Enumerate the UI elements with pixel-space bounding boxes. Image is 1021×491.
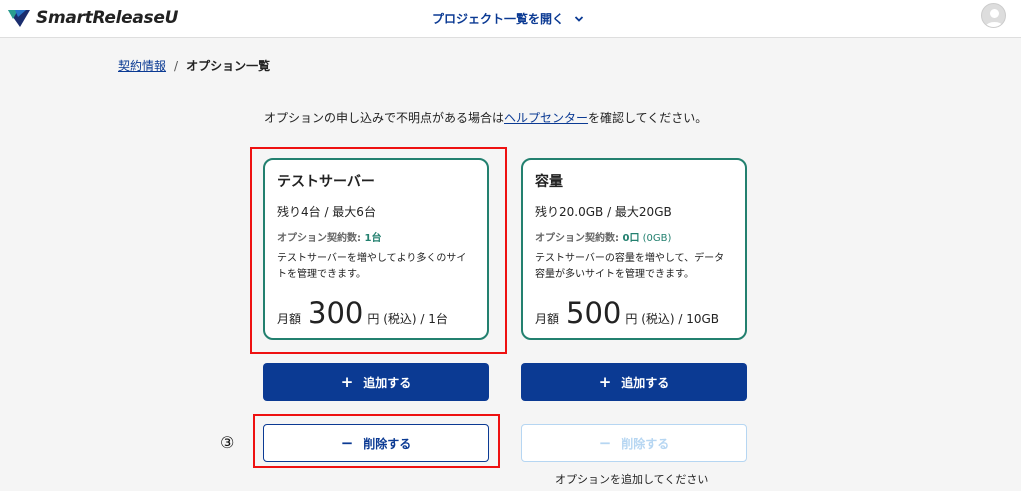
add-test-server-button[interactable]: + 追加する xyxy=(263,363,489,401)
help-notice: オプションの申し込みで不明点がある場合はヘルプセンターを確認してください。 xyxy=(264,109,707,126)
card-contract-count: オプション契約数: 0口 (0GB) xyxy=(535,229,733,244)
delete-button-label: 削除する xyxy=(363,436,412,451)
card-description: テストサーバーの容量を増やして、データ容量が多いサイトを管理できます。 xyxy=(535,253,725,280)
card-price: 月額 500 円 (税込) / 10GB xyxy=(535,296,719,330)
price-amount: 300 xyxy=(308,296,364,330)
card-remaining: 残り20.0GB / 最大20GB xyxy=(535,205,672,219)
project-list-dropdown[interactable]: プロジェクト一覧を開く xyxy=(432,10,584,27)
option-card-test-server: テストサーバー 残り4台 / 最大6台 オプション契約数: 1台 テストサーバー… xyxy=(263,158,489,340)
add-option-hint: オプションを追加してください xyxy=(555,473,709,486)
breadcrumb: 契約情報 / オプション一覧 xyxy=(118,57,270,74)
chevron-down-icon xyxy=(574,15,584,22)
logo[interactable]: SmartReleaseU xyxy=(6,7,178,29)
add-button-label: 追加する xyxy=(363,375,412,390)
card-contract-count: オプション契約数: 1台 xyxy=(277,229,475,244)
price-prefix: 月額 xyxy=(535,312,560,326)
notice-text-after: を確認してください。 xyxy=(588,111,708,125)
price-prefix: 月額 xyxy=(277,312,302,326)
plus-icon: + xyxy=(598,373,612,391)
price-suffix: 円 (税込) / 1台 xyxy=(367,312,448,326)
logo-text: SmartReleaseU xyxy=(36,8,179,28)
add-button-label: 追加する xyxy=(621,375,670,390)
delete-capacity-button: − 削除する xyxy=(521,424,747,462)
delete-test-server-button[interactable]: − 削除する xyxy=(263,424,489,462)
breadcrumb-contract-info-link[interactable]: 契約情報 xyxy=(118,57,166,74)
logo-mark-icon xyxy=(8,10,30,27)
price-suffix: 円 (税込) / 10GB xyxy=(625,312,720,326)
breadcrumb-separator: / xyxy=(174,58,179,73)
card-title: テストサーバー xyxy=(277,174,375,190)
card-price: 月額 300 円 (税込) / 1台 xyxy=(277,296,448,330)
contract-count-value: 1台 xyxy=(364,233,382,244)
contract-count-value: 0口 xyxy=(622,233,640,244)
delete-button-label: 削除する xyxy=(621,436,670,451)
contract-label: オプション契約数: xyxy=(277,233,365,244)
step-marker: ③ xyxy=(220,433,235,452)
top-header: SmartReleaseU プロジェクト一覧を開く xyxy=(0,0,1021,38)
minus-icon: − xyxy=(598,434,612,452)
contract-label: オプション契約数: xyxy=(535,233,623,244)
user-avatar[interactable] xyxy=(981,3,1006,28)
card-remaining: 残り4台 / 最大6台 xyxy=(277,205,376,219)
price-amount: 500 xyxy=(566,296,622,330)
project-list-dropdown-label: プロジェクト一覧を開く xyxy=(432,12,565,26)
user-icon xyxy=(985,9,1004,27)
card-description: テストサーバーを増やしてより多くのサイトを管理できます。 xyxy=(277,253,467,280)
minus-icon: − xyxy=(340,434,354,452)
help-center-link[interactable]: ヘルプセンター xyxy=(504,111,588,125)
page-title: オプション一覧 xyxy=(186,59,271,73)
notice-text-before: オプションの申し込みで不明点がある場合は xyxy=(264,111,505,125)
plus-icon: + xyxy=(340,373,354,391)
card-title: 容量 xyxy=(535,174,563,190)
option-card-capacity: 容量 残り20.0GB / 最大20GB オプション契約数: 0口 (0GB) … xyxy=(521,158,747,340)
add-capacity-button[interactable]: + 追加する xyxy=(521,363,747,401)
contract-extra: (0GB) xyxy=(639,233,672,244)
